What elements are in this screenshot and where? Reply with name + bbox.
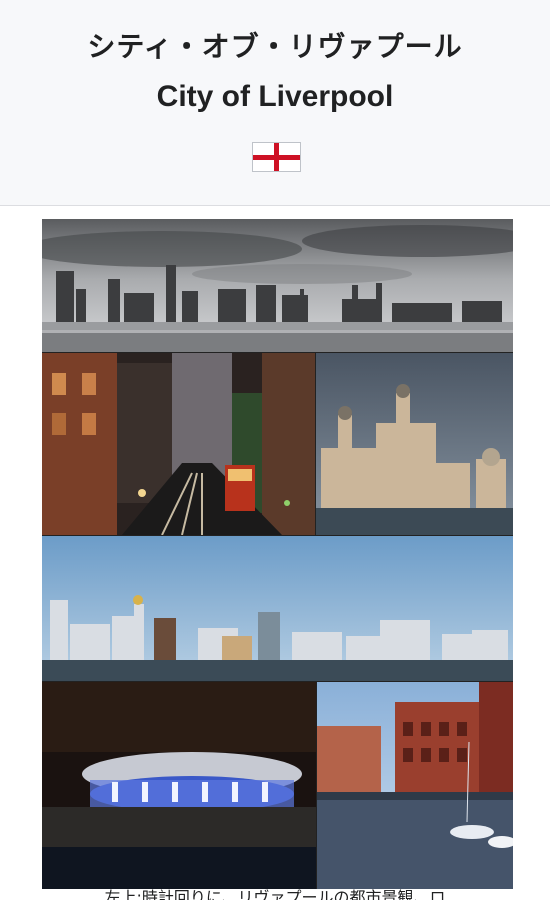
city-photo-montage[interactable] [42, 219, 513, 889]
image-caption: 左上:時計回りに、リヴァプールの都市景観、ロ [104, 888, 446, 900]
flag-cross-vertical [274, 143, 279, 171]
photo-waterfront-skyline-bw[interactable] [42, 219, 513, 352]
page-title-english: City of Liverpool [156, 80, 394, 113]
photo-city-street-night[interactable] [42, 353, 315, 535]
photo-albert-dock[interactable] [317, 682, 513, 889]
photo-royal-liver-building[interactable] [316, 353, 513, 535]
photo-echo-arena-night[interactable] [42, 682, 316, 889]
page-header: シティ・オブ・リヴァプール City of Liverpool [0, 0, 550, 206]
england-flag-icon[interactable] [252, 142, 301, 172]
page-title-japanese: シティ・オブ・リヴァプール [87, 30, 463, 63]
photo-waterfront-panorama-day[interactable] [42, 536, 513, 681]
